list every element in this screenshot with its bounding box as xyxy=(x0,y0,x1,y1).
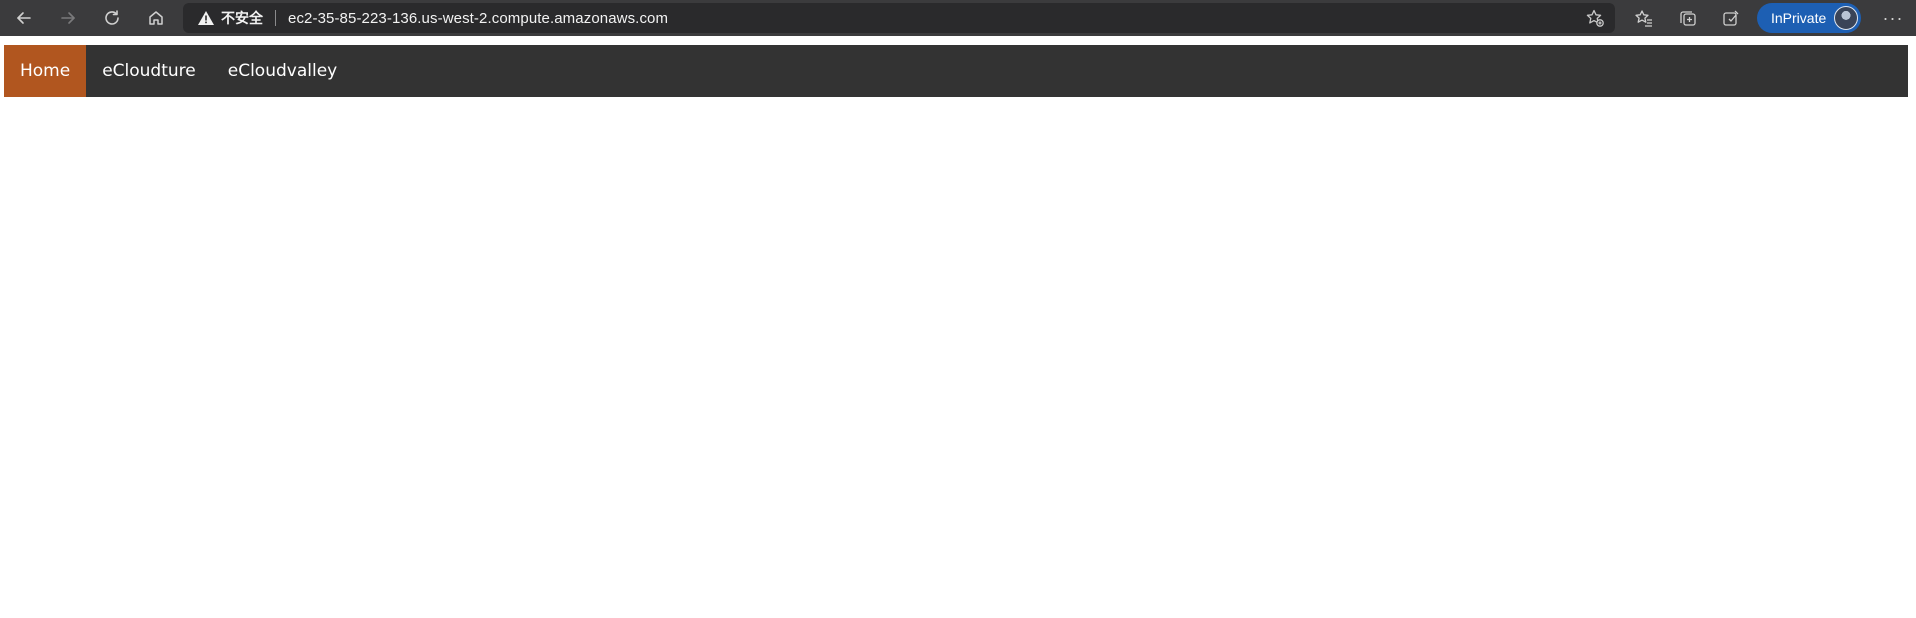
browser-toolbar: 不安全 ec2-35-85-223-136.us-west-2.compute.… xyxy=(0,0,1916,36)
more-icon[interactable]: ··· xyxy=(1878,6,1908,30)
warning-icon[interactable] xyxy=(197,9,215,27)
address-divider xyxy=(275,10,276,26)
toolbar-spacer xyxy=(0,36,1916,44)
nav-item-ecloudvalley[interactable]: eCloudvalley xyxy=(212,45,353,97)
url-text[interactable]: ec2-35-85-223-136.us-west-2.compute.amaz… xyxy=(288,10,668,27)
address-bar[interactable]: 不安全 ec2-35-85-223-136.us-west-2.compute.… xyxy=(183,3,1615,33)
security-status-label[interactable]: 不安全 xyxy=(221,8,263,28)
extensions-icon[interactable] xyxy=(1717,6,1745,30)
refresh-icon[interactable] xyxy=(96,6,128,30)
inprivate-label: InPrivate xyxy=(1771,10,1827,26)
collections-icon[interactable] xyxy=(1674,6,1702,30)
add-favorite-icon[interactable] xyxy=(1585,8,1605,28)
back-icon[interactable] xyxy=(8,6,40,30)
home-icon[interactable] xyxy=(140,6,172,30)
forward-icon[interactable] xyxy=(52,6,84,30)
nav-item-home[interactable]: Home xyxy=(4,45,87,97)
site-navbar: Home eCloudture eCloudvalley xyxy=(4,45,1908,97)
favorites-icon[interactable] xyxy=(1630,6,1658,30)
nav-item-ecloudture[interactable]: eCloudture xyxy=(86,45,212,97)
inprivate-button[interactable]: InPrivate xyxy=(1757,3,1861,33)
profile-avatar[interactable] xyxy=(1834,6,1858,30)
